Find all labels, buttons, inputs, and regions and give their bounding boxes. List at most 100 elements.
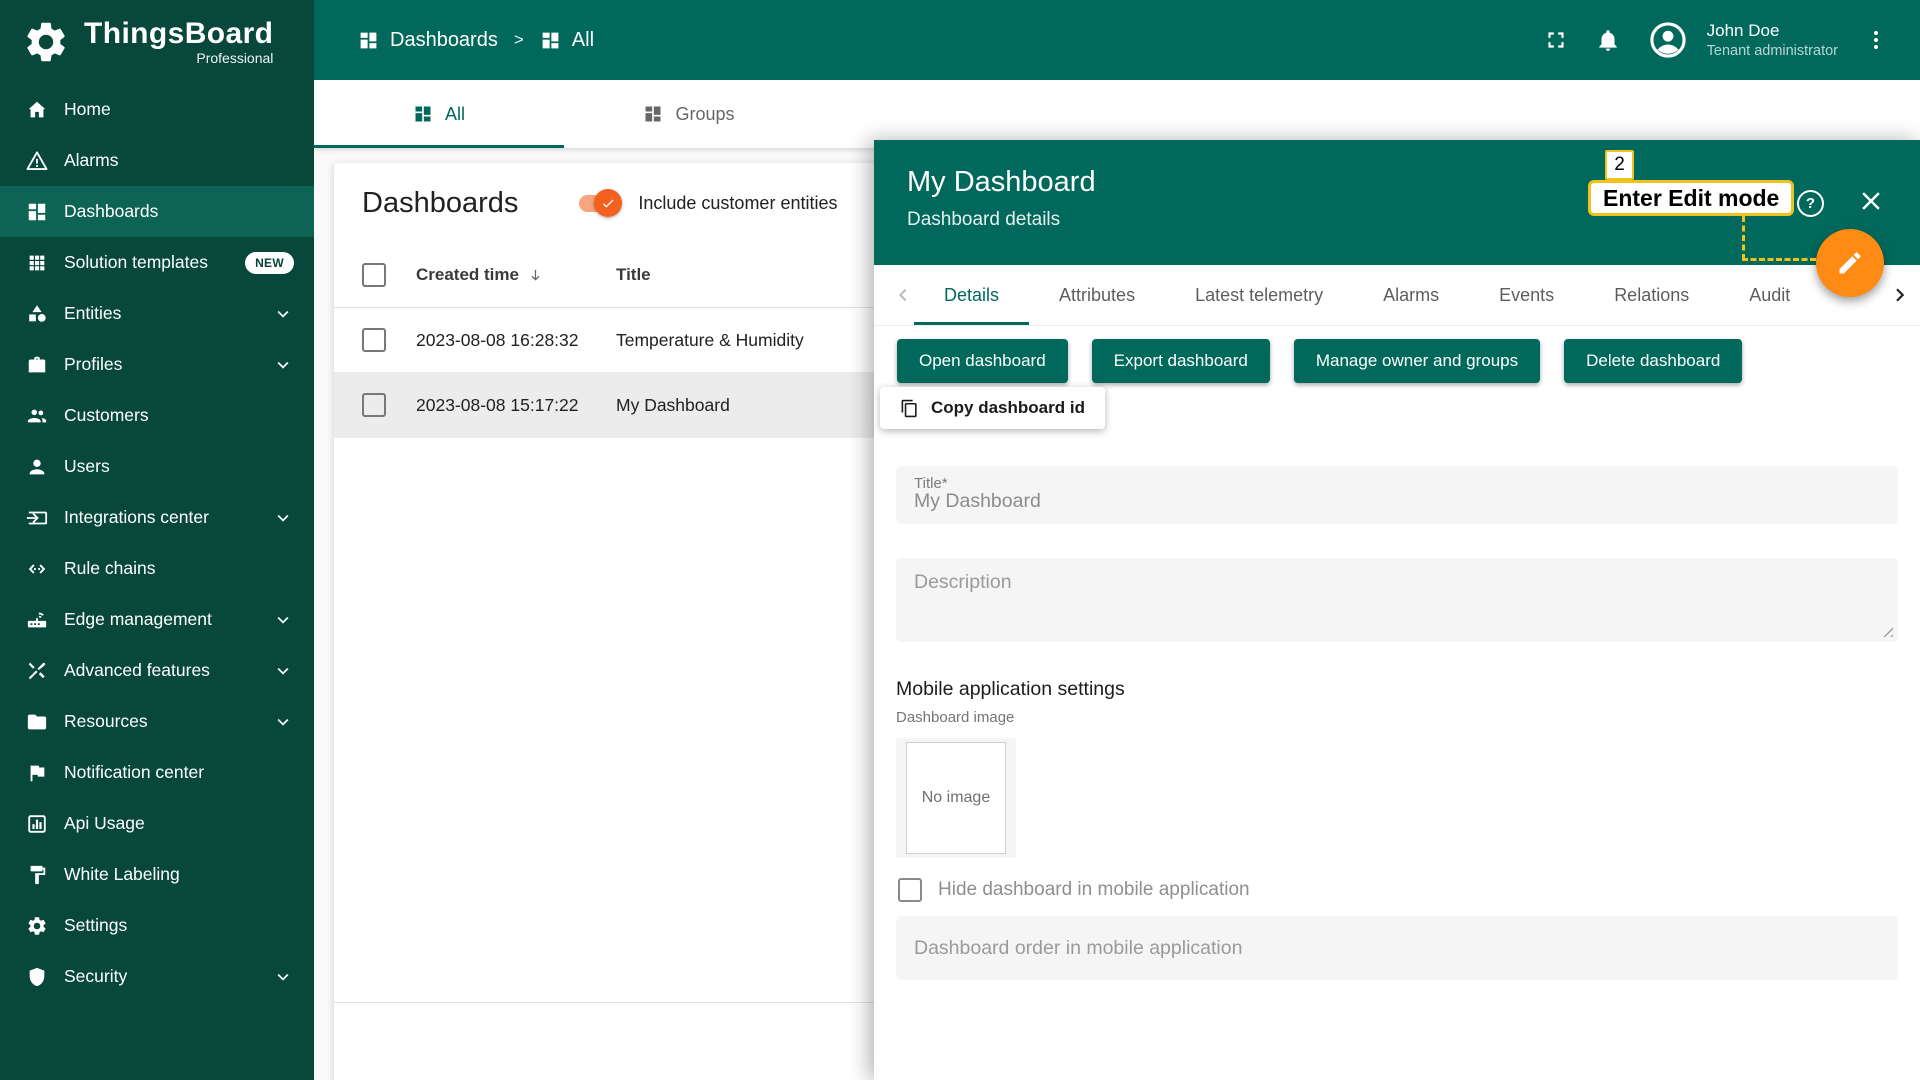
- sidebar-item-label: Integrations center: [64, 507, 209, 528]
- help-icon[interactable]: [1797, 190, 1824, 217]
- sidebar-item-dashboards[interactable]: Dashboards: [0, 186, 314, 237]
- export-dashboard-button[interactable]: Export dashboard: [1092, 339, 1270, 383]
- sidebar-item-edge-management[interactable]: Edge management: [0, 594, 314, 645]
- top-bar-right: John Doe Tenant administrator: [1543, 19, 1920, 61]
- copy-dashboard-id-label: Copy dashboard id: [931, 398, 1085, 418]
- title-field[interactable]: Title* My Dashboard: [896, 466, 1898, 524]
- sidebar-item-solution-templates[interactable]: Solution templatesNEW: [0, 237, 314, 288]
- open-dashboard-button[interactable]: Open dashboard: [897, 339, 1068, 383]
- panel-tabs-strip: DetailsAttributesLatest telemetryAlarmsE…: [914, 265, 1884, 325]
- sidebar-item-label: Dashboards: [64, 201, 158, 222]
- resources-icon: [26, 711, 48, 733]
- delete-dashboard-button[interactable]: Delete dashboard: [1564, 339, 1742, 383]
- user-block[interactable]: John Doe Tenant administrator: [1707, 20, 1838, 61]
- sidebar-item-label: Advanced features: [64, 660, 210, 681]
- sidebar-item-label: Security: [64, 966, 127, 987]
- include-customer-entities-toggle-row[interactable]: Include customer entities: [574, 189, 837, 217]
- tabs-scroll-right-icon[interactable]: [1888, 282, 1914, 308]
- pencil-icon: [1836, 249, 1864, 277]
- home-icon: [26, 99, 48, 121]
- description-placeholder: Description: [914, 571, 1012, 594]
- hide-dashboard-label: Hide dashboard in mobile application: [938, 879, 1250, 901]
- tutorial-connector-horizontal: [1742, 258, 1816, 261]
- hide-dashboard-row: Hide dashboard in mobile application: [896, 878, 1898, 902]
- dashboard-image-label: Dashboard image: [896, 709, 1898, 726]
- chevron-down-icon: [272, 303, 294, 325]
- panel-tab-relations[interactable]: Relations: [1584, 265, 1719, 325]
- row-checkbox-cell: [334, 328, 416, 352]
- edit-mode-fab[interactable]: [1816, 229, 1884, 297]
- breadcrumb-label: All: [572, 29, 594, 52]
- sidebar-item-label: Rule chains: [64, 558, 155, 579]
- tabs-scroll-left-icon[interactable]: [890, 283, 914, 307]
- sidebar-item-advanced-features[interactable]: Advanced features: [0, 645, 314, 696]
- more-menu-icon[interactable]: [1864, 28, 1888, 52]
- mobile-settings-heading: Mobile application settings: [896, 678, 1898, 701]
- panel-tab-alarms[interactable]: Alarms: [1353, 265, 1469, 325]
- resize-handle[interactable]: [1881, 625, 1893, 637]
- header-checkbox-cell: [334, 263, 416, 287]
- tab-groups[interactable]: Groups: [564, 80, 814, 148]
- tab-all[interactable]: All: [314, 80, 564, 148]
- fullscreen-icon[interactable]: [1543, 27, 1569, 53]
- panel-tab-events[interactable]: Events: [1469, 265, 1584, 325]
- sidebar-item-users[interactable]: Users: [0, 441, 314, 492]
- sidebar-item-integrations-center[interactable]: Integrations center: [0, 492, 314, 543]
- grid-icon: [413, 104, 433, 124]
- sidebar-item-label: Alarms: [64, 150, 118, 171]
- chevron-down-icon: [272, 660, 294, 682]
- top-bar: Dashboards>All John Doe Tenant administr…: [314, 0, 1920, 80]
- dashboard-image-dropzone[interactable]: No image: [896, 738, 1016, 858]
- chevron-down-icon: [272, 609, 294, 631]
- settings-icon: [26, 915, 48, 937]
- tab-label: All: [445, 104, 465, 125]
- sidebar-item-security[interactable]: Security: [0, 951, 314, 1002]
- sidebar-item-notification-center[interactable]: Notification center: [0, 747, 314, 798]
- row-checkbox[interactable]: [362, 393, 386, 417]
- app-logo[interactable]: ThingsBoard Professional: [0, 0, 314, 84]
- api-usage-icon: [26, 813, 48, 835]
- manage-owner-and-groups-button[interactable]: Manage owner and groups: [1294, 339, 1540, 383]
- notifications-bell-icon[interactable]: [1595, 27, 1621, 53]
- toggle-switch[interactable]: [574, 189, 622, 217]
- notification-icon: [26, 762, 48, 784]
- select-all-checkbox[interactable]: [362, 263, 386, 287]
- integrations-icon: [26, 507, 48, 529]
- card-title: Dashboards: [362, 187, 518, 220]
- sidebar-item-customers[interactable]: Customers: [0, 390, 314, 441]
- chevron-down-icon: [272, 966, 294, 988]
- sidebar-item-entities[interactable]: Entities: [0, 288, 314, 339]
- breadcrumb-item-dashboards[interactable]: Dashboards: [358, 29, 498, 52]
- sidebar-item-profiles[interactable]: Profiles: [0, 339, 314, 390]
- sidebar-item-label: Entities: [64, 303, 121, 324]
- sidebar-item-resources[interactable]: Resources: [0, 696, 314, 747]
- panel-tab-latest-telemetry[interactable]: Latest telemetry: [1165, 265, 1353, 325]
- hide-dashboard-checkbox[interactable]: [898, 878, 922, 902]
- copy-dashboard-id-button[interactable]: Copy dashboard id: [880, 387, 1105, 429]
- users-icon: [26, 456, 48, 478]
- avatar[interactable]: [1647, 19, 1689, 61]
- panel-tab-details[interactable]: Details: [914, 265, 1029, 325]
- sidebar-item-rule-chains[interactable]: Rule chains: [0, 543, 314, 594]
- breadcrumb-item-all[interactable]: All: [540, 29, 594, 52]
- app-window: ThingsBoard Professional Home Alarms Dashb…: [0, 0, 1920, 1080]
- breadcrumb: Dashboards>All: [358, 29, 594, 52]
- security-icon: [26, 966, 48, 988]
- sidebar-item-settings[interactable]: Settings: [0, 900, 314, 951]
- toggle-label: Include customer entities: [638, 193, 837, 214]
- panel-tab-audit[interactable]: Audit: [1719, 265, 1820, 325]
- thingsboard-logo-icon: [22, 18, 70, 66]
- description-field[interactable]: Description: [896, 558, 1898, 642]
- check-icon: [600, 195, 616, 211]
- dashboard-order-field[interactable]: Dashboard order in mobile application: [896, 916, 1898, 980]
- sidebar-item-api-usage[interactable]: Api Usage: [0, 798, 314, 849]
- sidebar-item-alarms[interactable]: Alarms: [0, 135, 314, 186]
- panel-tab-attributes[interactable]: Attributes: [1029, 265, 1165, 325]
- sidebar-item-home[interactable]: Home: [0, 84, 314, 135]
- close-icon[interactable]: [1856, 186, 1886, 216]
- sidebar-item-white-labeling[interactable]: White Labeling: [0, 849, 314, 900]
- row-checkbox[interactable]: [362, 328, 386, 352]
- panel-actions: Open dashboard Export dashboard Manage own…: [897, 339, 1920, 383]
- column-created-time[interactable]: Created time: [416, 265, 616, 285]
- tutorial-connector-vertical: [1742, 216, 1745, 260]
